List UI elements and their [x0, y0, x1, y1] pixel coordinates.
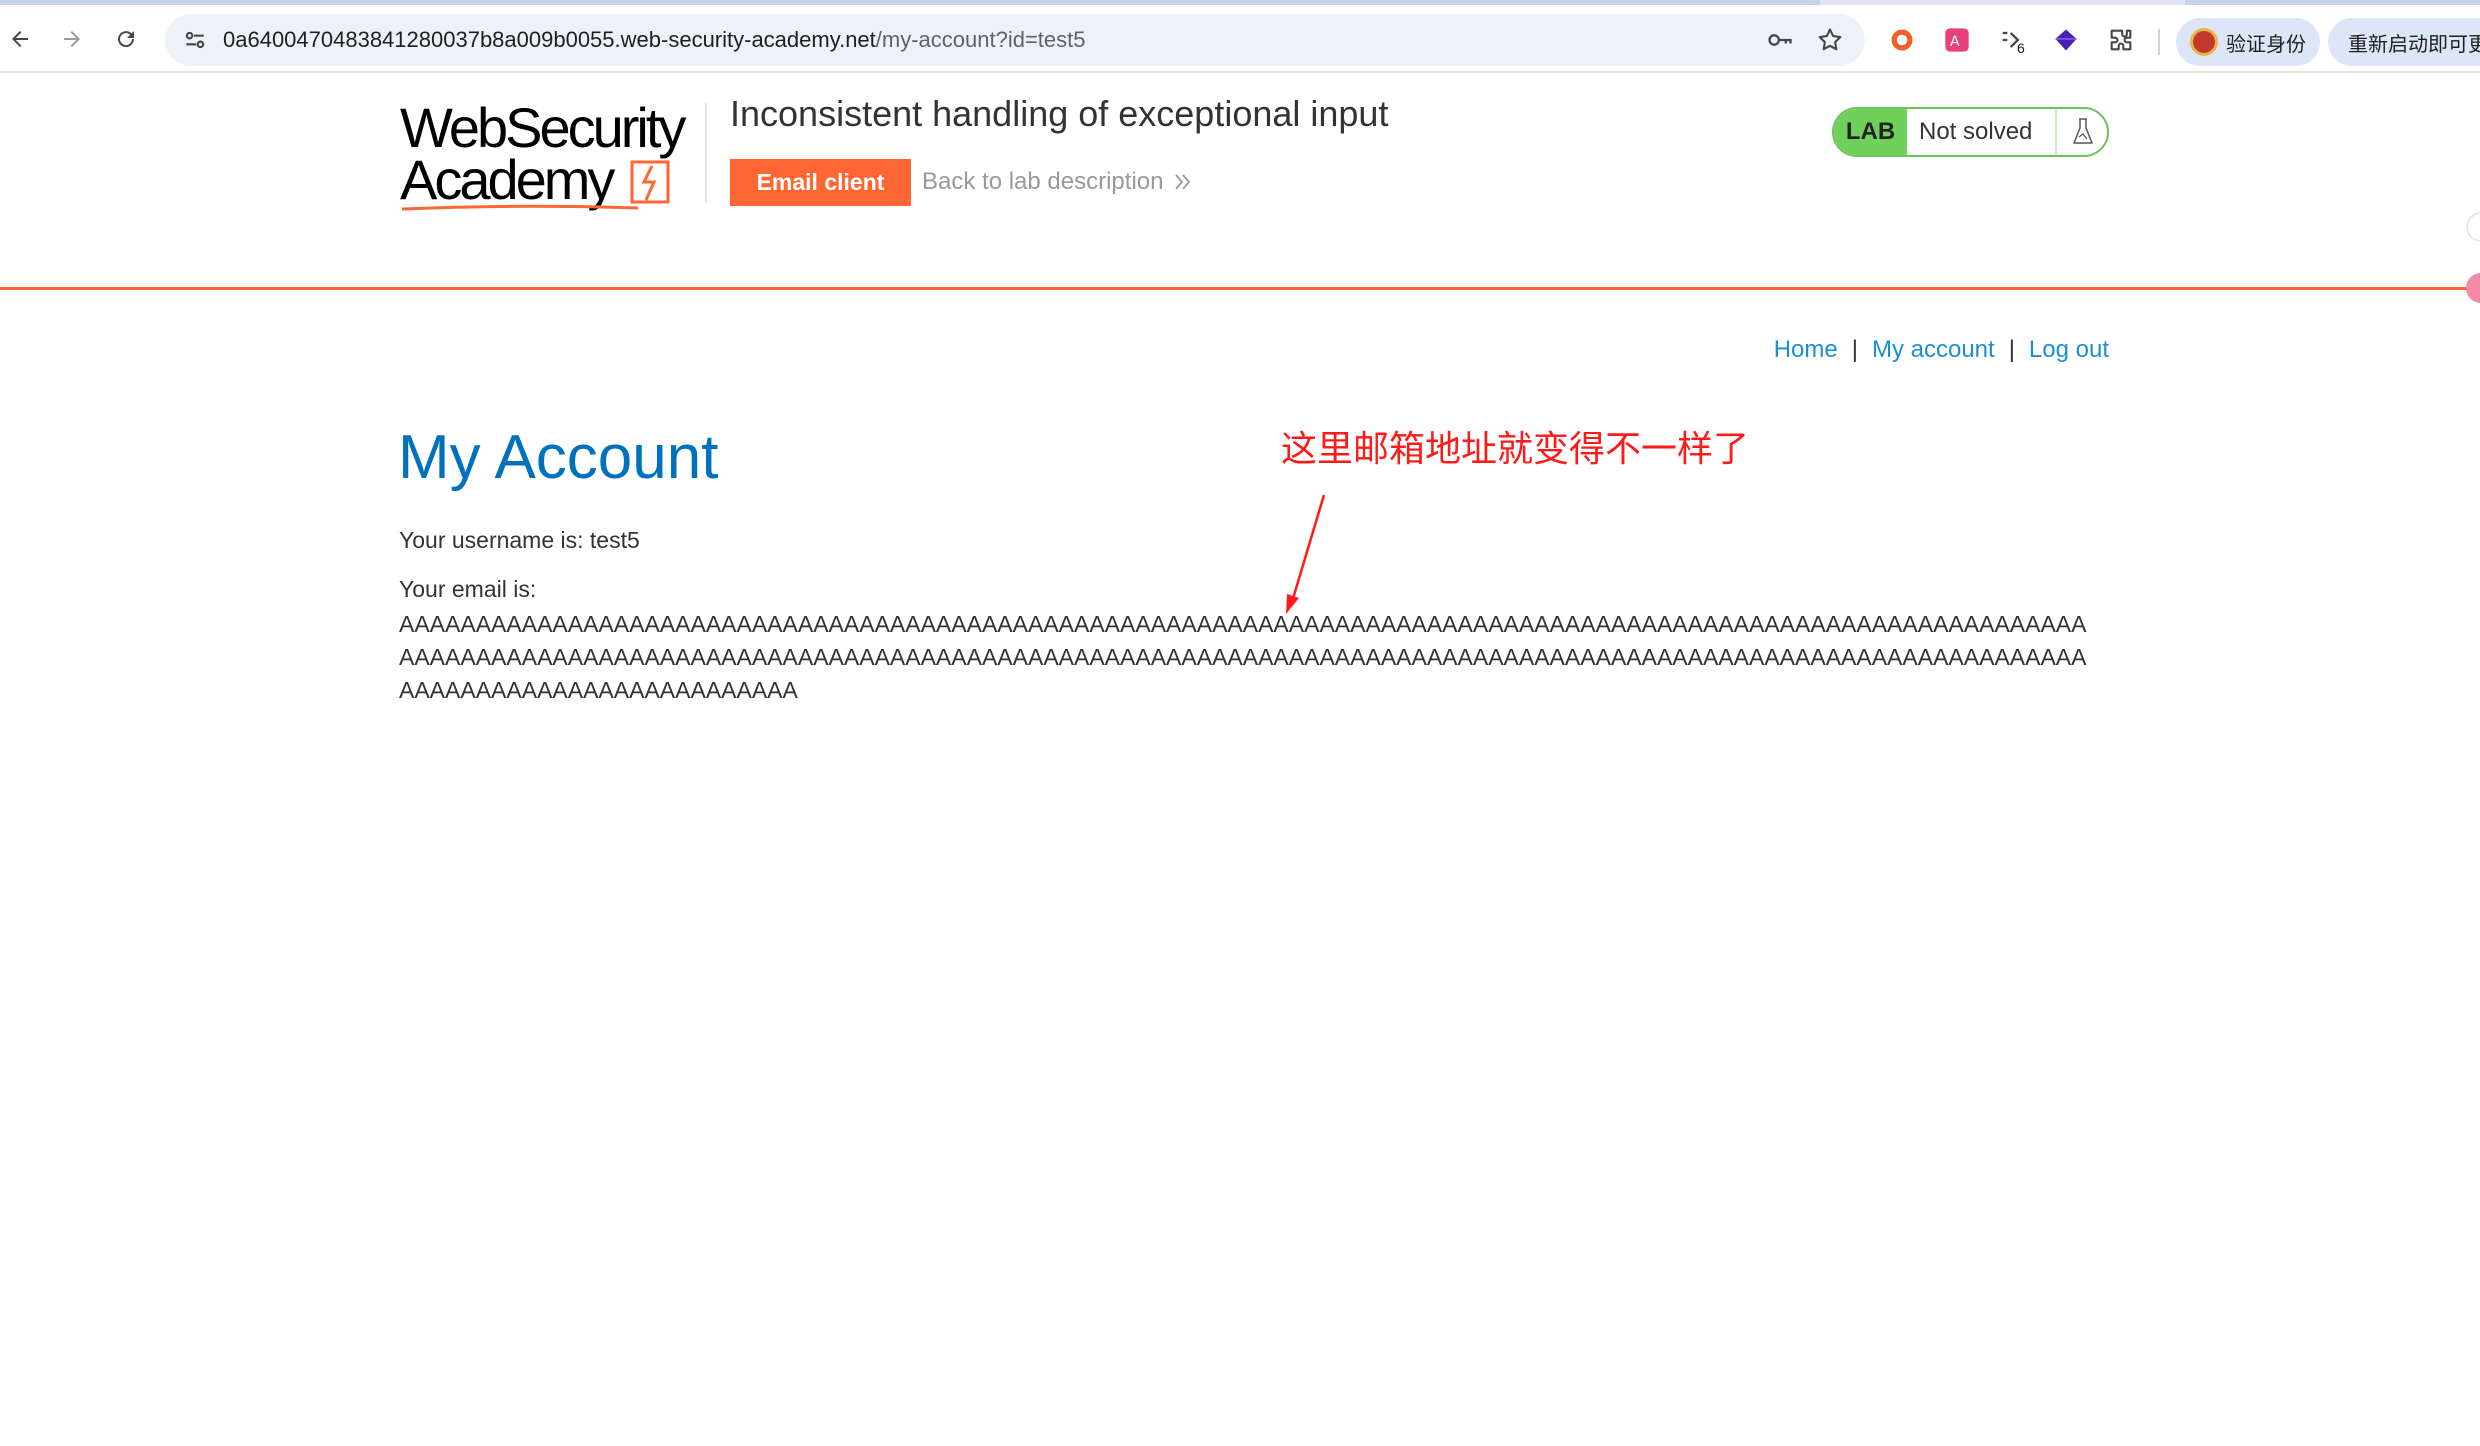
nav-my-account-link[interactable]: My account — [1872, 336, 1995, 363]
update-button[interactable]: 重新启动即可更新 — [2328, 18, 2480, 66]
nav-separator: | — [1851, 336, 1858, 363]
toolbar-separator — [2158, 29, 2160, 55]
username-text: Your username is: test5 — [399, 527, 640, 553]
back-button[interactable] — [0, 19, 40, 59]
url-path: /my-account?id=test5 — [875, 27, 1086, 52]
extension-diamond-icon[interactable] — [2050, 24, 2082, 56]
bookmark-star-icon[interactable] — [1810, 20, 1850, 60]
extension-counter-icon[interactable]: 6 — [1996, 24, 2028, 56]
url-text[interactable]: 0a6400470483841280037b8a009b0055.web-sec… — [223, 14, 1086, 66]
reload-button[interactable] — [106, 19, 146, 59]
lab-status-widget: LAB Not solved — [1832, 107, 2109, 157]
side-panel-handle[interactable] — [2466, 212, 2480, 242]
logo-underline — [401, 204, 639, 211]
url-host: 0a6400470483841280037b8a009b0055.web-sec… — [223, 27, 876, 52]
lab-title: Inconsistent handling of exceptional inp… — [730, 93, 1389, 134]
arrow-right-icon — [64, 31, 80, 47]
extension-record-icon[interactable] — [1886, 24, 1918, 56]
extension-translate-icon[interactable]: A — [1941, 24, 1973, 56]
browser-toolbar: 0a6400470483841280037b8a009b0055.web-sec… — [0, 5, 2480, 73]
forward-button[interactable] — [52, 19, 92, 59]
annotation-arrow-icon — [1286, 494, 1326, 614]
profile-pill-label: 验证身份 — [2226, 33, 2306, 56]
nav-logout-link[interactable]: Log out — [2029, 336, 2109, 363]
lab-badge: LAB — [1834, 109, 1907, 155]
reload-icon — [118, 31, 135, 48]
arrow-left-icon — [12, 31, 28, 47]
password-key-icon[interactable] — [1760, 20, 1800, 60]
nav-home-link[interactable]: Home — [1774, 336, 1838, 363]
nav-separator: | — [2008, 336, 2015, 363]
svg-text:A: A — [1950, 34, 1960, 50]
logo-bolt-icon — [630, 160, 670, 204]
extension-badge: 6 — [2017, 40, 2025, 56]
update-pill-label: 重新启动即可更新 — [2348, 33, 2480, 56]
site-settings-icon[interactable] — [175, 20, 215, 60]
address-bar[interactable]: 0a6400470483841280037b8a009b0055.web-sec… — [165, 14, 1865, 66]
header-orange-rule — [0, 287, 2480, 290]
profile-button[interactable]: 验证身份 — [2176, 18, 2320, 66]
email-client-button[interactable]: Email client — [730, 159, 911, 206]
page-title: My Account — [398, 423, 719, 492]
annotation-text: 这里邮箱地址就变得不一样了 — [1281, 428, 1750, 469]
email-label: Your email is: — [399, 576, 537, 602]
extensions-puzzle-icon[interactable] — [2105, 24, 2137, 56]
double-chevron-right-icon — [1175, 174, 1191, 190]
flask-icon — [2055, 109, 2107, 155]
web-security-academy-logo[interactable]: WebSecurity Academy — [400, 100, 710, 215]
header-divider — [705, 103, 707, 203]
back-link-label: Back to lab description — [922, 168, 1164, 195]
email-value: AAAAAAAAAAAAAAAAAAAAAAAAAAAAAAAAAAAAAAAA… — [399, 611, 2087, 703]
back-to-lab-description-link[interactable]: Back to lab description — [922, 168, 1193, 196]
account-nav: Home | My account | Log out — [1774, 336, 2109, 364]
profile-avatar-icon — [2190, 28, 2218, 56]
logo-text-line2: Academy — [400, 148, 615, 211]
lab-status-text: Not solved — [1919, 118, 2033, 145]
floating-assistant-icon[interactable] — [2466, 273, 2480, 303]
